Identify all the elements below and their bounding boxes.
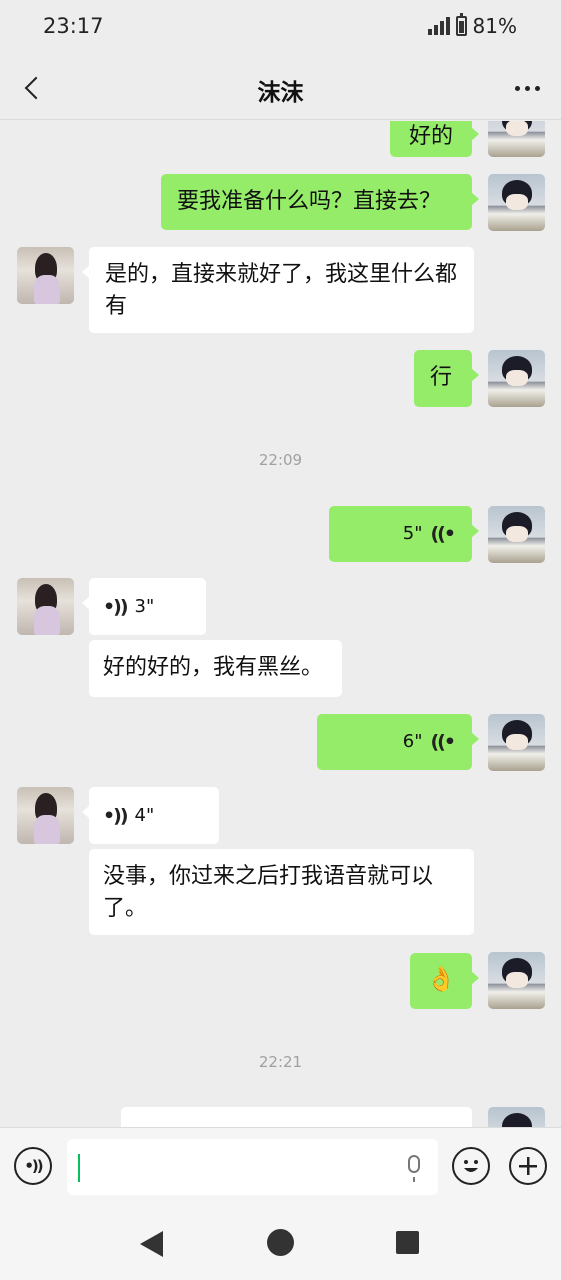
emoji-icon [464,1160,478,1172]
message-bubble-outgoing[interactable]: 好的 [390,121,479,157]
message-text: 要我准备什么吗？直接去？ [177,189,442,214]
system-home-icon[interactable] [267,1229,294,1256]
voice-message-outgoing[interactable]: 6" ((• [317,714,479,770]
time-divider: 22:09 [258,451,303,469]
voice-wave-icon: ((• [430,731,455,753]
time-divider: 22:21 [258,1053,303,1071]
voice-mode-button[interactable]: •)) [14,1147,52,1185]
voice-message-incoming[interactable]: •)) 3" [82,578,206,635]
system-recents-icon[interactable] [396,1231,419,1254]
message-input[interactable] [67,1139,438,1195]
voice-duration: 6" [402,731,423,752]
system-navigation-bar [0,1213,561,1280]
battery-percent: 81% [472,14,517,38]
chat-header: 沫沫 [0,56,561,120]
message-bubble-outgoing[interactable]: 👌 [410,953,479,1009]
voice-wave-icon: ((• [430,523,455,545]
message-bubble-incoming[interactable]: 好的好的，我有黑丝。 [89,640,342,697]
my-avatar[interactable] [488,1107,545,1127]
voice-wave-icon: •)) [103,595,128,618]
voice-wave-icon: •)) [103,804,128,827]
contact-avatar[interactable] [17,247,74,304]
message-bubble-outgoing[interactable] [121,1107,472,1127]
contact-avatar[interactable] [17,578,74,635]
contact-avatar[interactable] [17,787,74,844]
message-input-bar: •)) [0,1127,561,1213]
voice-duration: 5" [402,523,423,544]
message-bubble-incoming[interactable]: 没事，你过来之后打我语音就可以了。 [89,849,474,935]
my-avatar[interactable] [488,952,545,1009]
system-back-icon[interactable] [140,1231,163,1257]
message-text: 好的好的，我有黑丝。 [103,655,324,680]
voice-duration: 3" [134,595,155,617]
message-text: 是的，直接来就好了，我这里什么都有 [105,262,458,319]
text-caret [78,1154,80,1182]
signal-icon [427,17,450,35]
microphone-icon[interactable] [408,1155,420,1182]
my-avatar[interactable] [488,506,545,563]
chat-messages[interactable]: 好的 要我准备什么吗？直接去？ 是的，直接来就好了，我这里什么都有 行 22:0… [0,121,561,1127]
message-bubble-outgoing[interactable]: 要我准备什么吗？直接去？ [161,174,479,230]
status-time: 23:17 [43,14,104,38]
status-indicators: 81% [427,13,517,38]
my-avatar[interactable] [488,350,545,407]
voice-message-outgoing[interactable]: 5" ((• [329,506,479,562]
more-button[interactable] [509,74,545,102]
plus-button[interactable] [509,1147,547,1185]
message-text: 没事，你过来之后打我语音就可以了。 [103,864,434,921]
plus-icon [519,1157,537,1175]
my-avatar[interactable] [488,121,545,157]
chat-title: 沫沫 [257,80,304,106]
message-text: 行 [430,365,453,390]
my-avatar[interactable] [488,174,545,231]
message-bubble-outgoing[interactable]: 行 [414,350,479,407]
voice-wave-icon: •)) [24,1157,43,1175]
message-text: 好的 [408,124,453,149]
emoji-button[interactable] [452,1147,490,1185]
voice-message-incoming[interactable]: •)) 4" [82,787,219,844]
voice-duration: 4" [134,804,155,826]
status-bar: 23:17 81% [0,0,561,56]
battery-icon [455,13,467,36]
message-bubble-incoming[interactable]: 是的，直接来就好了，我这里什么都有 [82,247,474,333]
my-avatar[interactable] [488,714,545,771]
ok-hand-emoji: 👌 [426,965,456,993]
